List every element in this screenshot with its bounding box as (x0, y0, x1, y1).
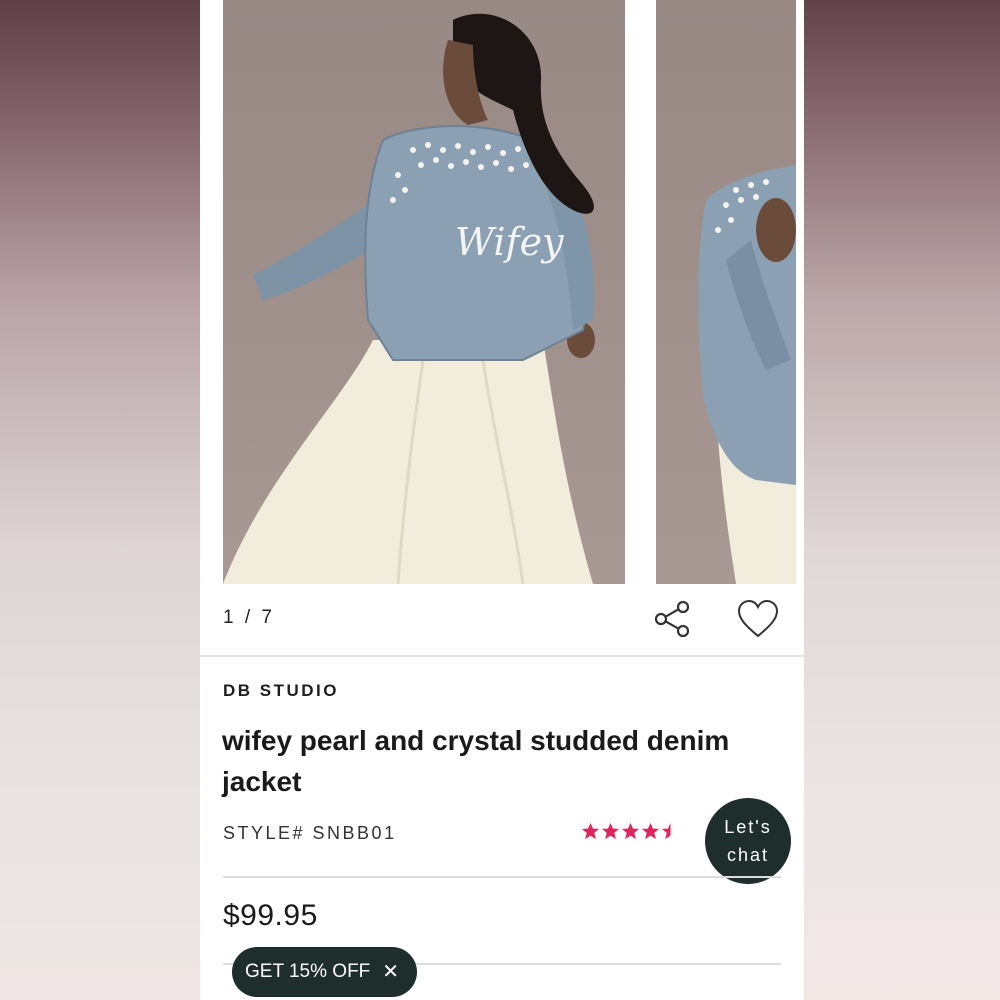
heart-icon (737, 599, 779, 638)
product-page: Wifey 1 / 7 DB STUDIO wifey pearl and cr… (200, 0, 804, 1000)
product-photo-main[interactable]: Wifey (223, 0, 625, 584)
jacket-text: Wifey (455, 220, 564, 264)
chat-button[interactable]: Let's chat (705, 798, 791, 884)
product-illustration-next (698, 165, 796, 584)
share-icon (654, 600, 690, 638)
star-half-icon (661, 822, 671, 840)
image-counter: 1 / 7 (223, 607, 275, 628)
promo-label[interactable]: GET 15% OFF (245, 961, 370, 983)
divider (223, 876, 781, 878)
promo-banner[interactable]: GET 15% OFF ✕ (232, 947, 417, 997)
rating-stars[interactable] (581, 822, 680, 846)
image-gallery[interactable]: Wifey (200, 0, 804, 584)
product-price: $99.95 (223, 899, 318, 932)
style-number: STYLE# SNBB01 (223, 823, 397, 843)
brand-name[interactable]: DB STUDIO (223, 681, 339, 701)
product-photo-next[interactable] (656, 0, 796, 584)
star-icon (581, 822, 600, 840)
share-button[interactable] (652, 598, 694, 640)
chat-label-line2: chat (726, 845, 770, 865)
divider (200, 655, 804, 657)
product-title: wifey pearl and crystal studded denim ja… (222, 725, 730, 797)
star-icon (641, 822, 660, 840)
product-illustration: Wifey (223, 13, 595, 584)
chat-label-line1: Let's (724, 817, 772, 837)
favorite-button[interactable] (736, 598, 780, 640)
background-left (0, 0, 200, 1000)
close-icon[interactable]: ✕ (382, 962, 399, 982)
star-icon (621, 822, 640, 840)
star-icon (601, 822, 620, 840)
background-right (804, 0, 1000, 1000)
